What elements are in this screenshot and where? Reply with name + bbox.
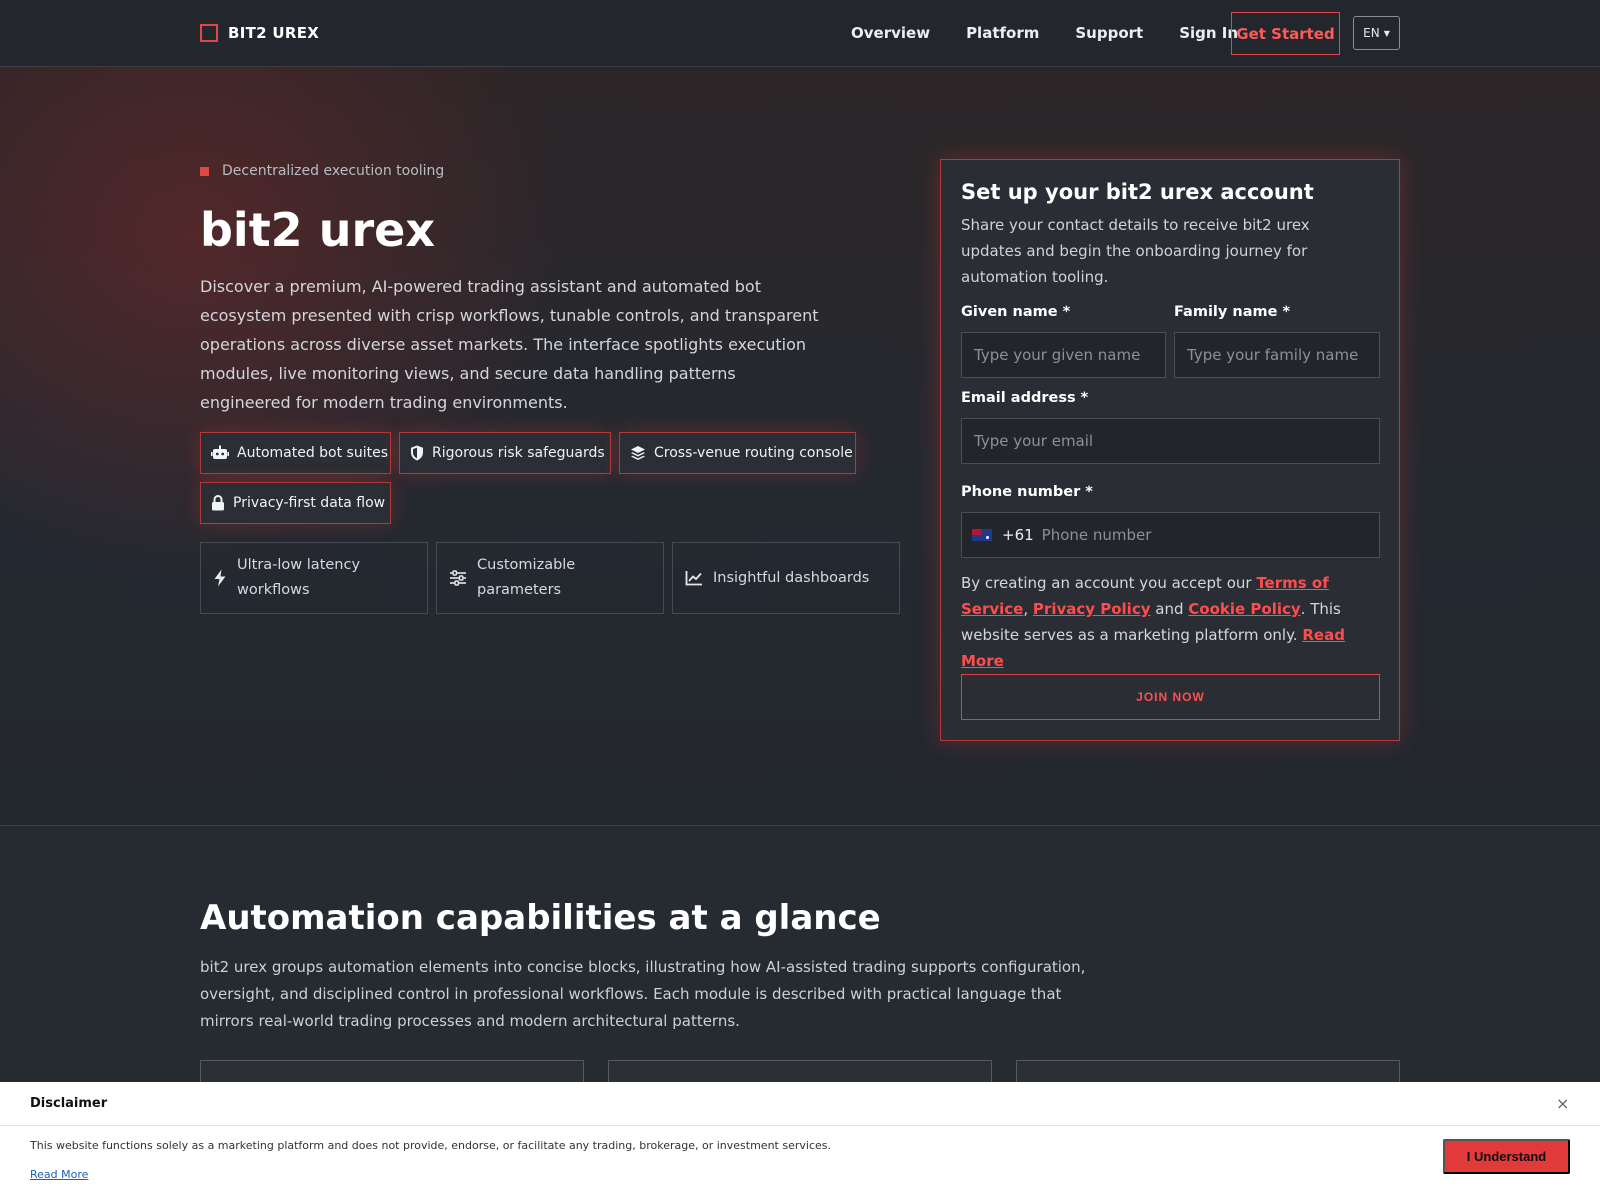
email-input[interactable] (961, 418, 1380, 464)
disclaimer-read-more-link[interactable]: Read More (30, 1168, 88, 1181)
chip-risk-safeguards: Rigorous risk safeguards (399, 432, 611, 474)
signup-card: Set up your bit2 urex account Share your… (940, 159, 1400, 741)
shield-icon (411, 445, 423, 461)
given-name-label: Given name * (961, 304, 1071, 320)
main-nav: Overview Platform Support Sign In (851, 24, 1238, 42)
feature-ultra-low-latency: Ultra-low latency workflows (200, 542, 428, 614)
sliders-icon (450, 570, 466, 586)
phone-input[interactable] (1041, 513, 1379, 557)
disclaimer-header: Disclaimer × (0, 1082, 1600, 1126)
family-name-input[interactable] (1174, 332, 1380, 378)
capabilities-title: Automation capabilities at a glance (200, 898, 881, 938)
hero-eyebrow: Decentralized execution tooling (200, 163, 444, 179)
nav-overview[interactable]: Overview (851, 24, 930, 42)
signup-subtitle: Share your contact details to receive bi… (961, 216, 1310, 286)
hero-description: Discover a premium, AI-powered trading a… (200, 277, 819, 412)
feature-customizable-parameters: Customizable parameters (436, 542, 664, 614)
feature-label: Insightful dashboards (713, 569, 870, 586)
legal-and: and (1150, 600, 1189, 618)
robot-icon (211, 445, 229, 459)
chip-label: Rigorous risk safeguards (432, 445, 605, 461)
nav-support[interactable]: Support (1075, 24, 1143, 42)
get-started-button[interactable]: Get Started (1231, 12, 1340, 55)
feature-insightful-dashboards: Insightful dashboards (672, 542, 900, 614)
chip-label: Automated bot suites (237, 445, 389, 461)
chip-automated-bot-suites: Automated bot suites (200, 432, 391, 474)
lock-icon (212, 495, 224, 511)
i-understand-button[interactable]: I Understand (1443, 1139, 1570, 1174)
caret-down-icon: ▼ (1383, 28, 1390, 38)
signup-title: Set up your bit2 urex account (961, 180, 1314, 204)
feature-label: Customizable parameters (477, 557, 576, 598)
chip-label: Cross-venue routing console (654, 445, 853, 461)
phone-field: +61 (961, 512, 1380, 558)
top-navbar: BIT2 UREX Overview Platform Support Sign… (0, 0, 1600, 67)
email-label: Email address * (961, 390, 1089, 406)
capabilities-description: bit2 urex groups automation elements int… (200, 958, 1086, 1030)
phone-label: Phone number * (961, 484, 1093, 500)
language-label: EN (1363, 26, 1380, 40)
bolt-icon (214, 569, 226, 587)
chip-label: Privacy-first data flow (233, 495, 386, 511)
legal-prefix: By creating an account you accept our (961, 574, 1257, 592)
join-now-button[interactable]: JOIN NOW (961, 674, 1380, 720)
australia-flag-icon[interactable] (972, 529, 992, 541)
brand-logo[interactable]: BIT2 UREX (200, 24, 319, 42)
layers-icon (631, 446, 645, 460)
close-icon[interactable]: × (1556, 1094, 1569, 1113)
nav-platform[interactable]: Platform (966, 24, 1039, 42)
eyebrow-square-icon (200, 166, 209, 176)
disclaimer-banner: Disclaimer × This website functions sole… (0, 1082, 1600, 1200)
brand-name: BIT2 UREX (228, 24, 320, 42)
legal-text: By creating an account you accept our Te… (961, 570, 1386, 674)
language-selector[interactable]: EN ▼ (1353, 16, 1400, 50)
chip-privacy-data-flow: Privacy-first data flow (200, 482, 391, 524)
hero-title: bit2 urex (200, 203, 436, 257)
given-name-input[interactable] (961, 332, 1166, 378)
eyebrow-text: Decentralized execution tooling (222, 163, 445, 179)
chip-routing-console: Cross-venue routing console (619, 432, 856, 474)
phone-dial-code[interactable]: +61 (1002, 526, 1034, 544)
nav-sign-in[interactable]: Sign In (1179, 24, 1238, 42)
family-name-label: Family name * (1174, 304, 1291, 320)
brand-square-icon (200, 24, 218, 42)
hero-section: Decentralized execution tooling bit2 ure… (0, 67, 1600, 826)
chart-line-icon (685, 571, 702, 586)
legal-comma: , (1023, 600, 1029, 618)
cookie-link[interactable]: Cookie Policy (1188, 600, 1300, 618)
privacy-link[interactable]: Privacy Policy (1033, 600, 1151, 618)
feature-label: Ultra-low latency workflows (237, 557, 361, 598)
disclaimer-title: Disclaimer (30, 1096, 108, 1111)
disclaimer-text: This website functions solely as a marke… (30, 1139, 831, 1152)
